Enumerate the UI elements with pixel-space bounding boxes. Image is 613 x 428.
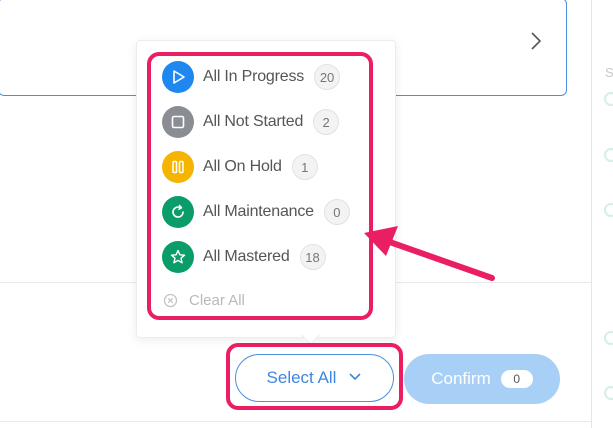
check-circle-icon — [604, 92, 613, 106]
highlight-box-menu — [147, 52, 373, 320]
right-side-panel: S — [591, 0, 613, 428]
check-circle-icon — [604, 203, 613, 217]
chevron-right-icon[interactable] — [528, 30, 544, 52]
annotation-arrow-icon — [364, 226, 495, 281]
confirm-count-badge: 0 — [500, 370, 533, 388]
confirm-label: Confirm — [431, 369, 491, 388]
divider — [0, 421, 591, 422]
check-circle-icon — [604, 386, 613, 400]
chevron-down-icon — [349, 373, 362, 381]
check-circle-icon — [604, 148, 613, 162]
confirm-button[interactable]: Confirm 0 — [404, 354, 560, 404]
check-circle-icon — [604, 331, 613, 345]
right-panel-text-fragment: S — [605, 65, 613, 80]
select-all-button[interactable]: Select All — [235, 354, 394, 402]
select-all-label: Select All — [266, 368, 337, 387]
